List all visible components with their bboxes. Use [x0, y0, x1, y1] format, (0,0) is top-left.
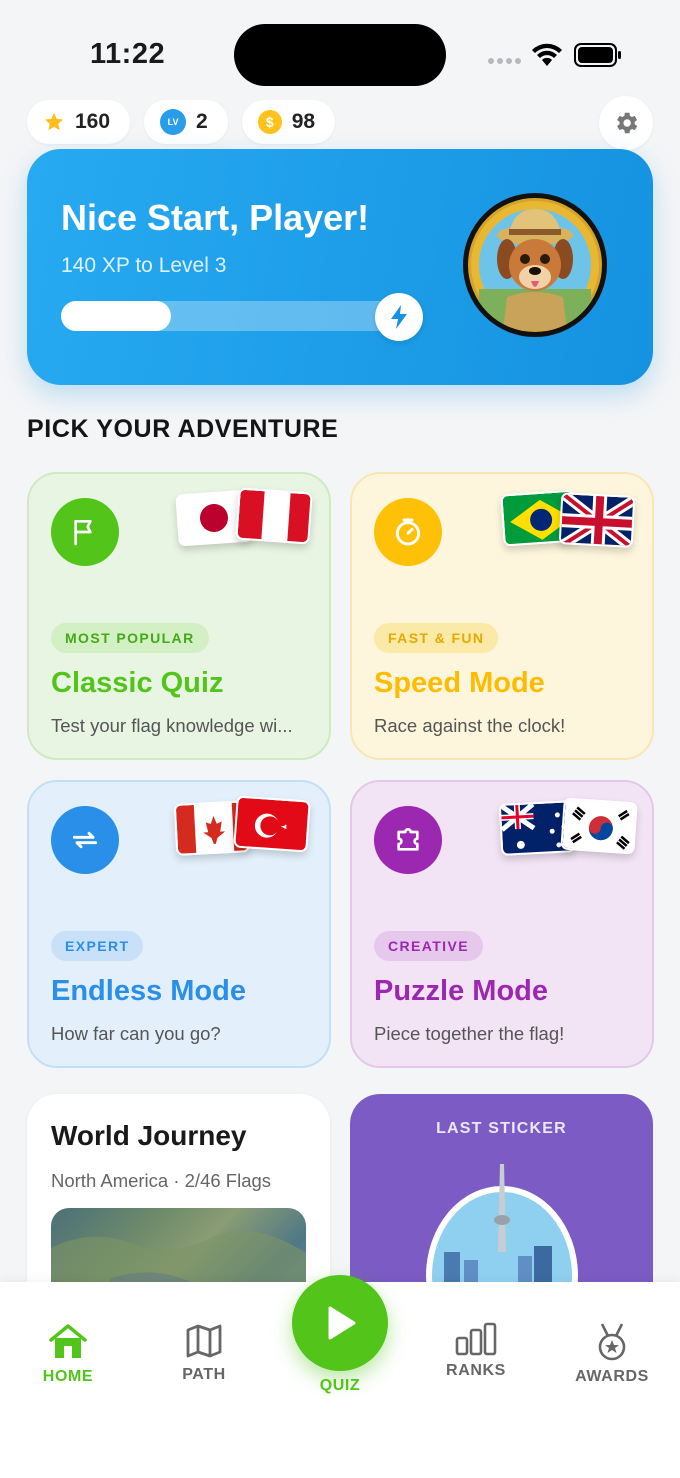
level-chip[interactable]: LV 2 — [144, 100, 228, 144]
coin-icon: $ — [257, 110, 282, 134]
tag-badge: CREATIVE — [374, 931, 483, 961]
stats-row: 160 LV 2 $ 98 — [27, 100, 336, 144]
gear-icon — [617, 112, 638, 134]
mode-card-puzzle-mode[interactable]: CREATIVE Puzzle Mode Piece together the … — [350, 780, 654, 1068]
timer-icon — [374, 498, 442, 566]
mode-title: Endless Mode — [51, 975, 246, 1007]
tab-home[interactable]: HOME — [13, 1322, 123, 1386]
explorer-dog-avatar-icon — [471, 201, 599, 331]
status-bar: 11:22 — [0, 0, 680, 96]
signal-icon — [488, 58, 521, 64]
xp-progress-fill — [61, 301, 172, 331]
tab-label: PATH — [182, 1366, 226, 1383]
mode-description: Piece together the flag! — [374, 1023, 565, 1044]
mode-description: Race against the clock! — [374, 715, 566, 736]
mode-card-speed-mode[interactable]: FAST & FUN Speed Mode Race against the c… — [350, 472, 654, 760]
tab-label-quiz: QUIZ — [319, 1377, 361, 1394]
xp-bolt-button[interactable] — [375, 293, 423, 341]
play-icon — [328, 1306, 356, 1340]
tab-ranks[interactable]: RANKS — [421, 1322, 531, 1380]
mode-title: Speed Mode — [374, 667, 545, 699]
battery-icon — [574, 43, 621, 67]
repeat-icon — [51, 806, 119, 874]
xp-progress-bar — [61, 301, 395, 331]
tab-awards[interactable]: AWARDS — [557, 1322, 667, 1386]
coins-count: 98 — [291, 110, 316, 133]
star-icon — [44, 112, 64, 131]
tag-badge: EXPERT — [51, 931, 144, 961]
bar-chart-icon — [455, 1322, 497, 1356]
journey-progress-text: North America · 2/46 Flags — [51, 1170, 272, 1191]
flag-icon — [51, 498, 119, 566]
stars-count: 160 — [75, 110, 111, 133]
greeting-title: Nice Start, Player! — [61, 197, 370, 238]
home-icon — [49, 1324, 87, 1358]
progress-hero-card[interactable]: Nice Start, Player! 140 XP to Level 3 — [27, 149, 653, 385]
wifi-icon — [532, 43, 562, 66]
puzzle-icon — [374, 806, 442, 874]
section-title: PICK YOUR ADVENTURE — [27, 415, 339, 443]
tab-label: AWARDS — [575, 1368, 649, 1385]
mode-card-endless-mode[interactable]: EXPERT Endless Mode How far can you go? — [27, 780, 331, 1068]
settings-button[interactable] — [599, 96, 653, 150]
uk-flag-icon — [558, 492, 636, 548]
journey-title: World Journey — [51, 1120, 247, 1151]
clock: 11:22 — [90, 38, 166, 70]
mode-title: Puzzle Mode — [374, 975, 549, 1007]
medal-icon — [598, 1323, 626, 1361]
level-badge-icon: LV — [160, 109, 187, 135]
xp-remaining-text: 140 XP to Level 3 — [61, 254, 227, 277]
stars-chip[interactable]: 160 — [27, 100, 131, 144]
mode-description: How far can you go? — [51, 1023, 221, 1044]
tag-badge: FAST & FUN — [374, 623, 499, 653]
coins-chip[interactable]: $ 98 — [241, 100, 336, 144]
tab-label: RANKS — [446, 1362, 506, 1379]
dynamic-island — [234, 24, 446, 86]
mode-title: Classic Quiz — [51, 667, 224, 699]
tab-quiz-play-button[interactable] — [292, 1275, 388, 1371]
tab-label: HOME — [42, 1368, 94, 1385]
tag-badge: MOST POPULAR — [51, 623, 209, 653]
peru-flag-icon — [235, 487, 313, 545]
south-korea-flag-icon — [560, 797, 638, 855]
tab-path[interactable]: PATH — [149, 1322, 259, 1384]
map-icon — [186, 1324, 222, 1358]
level-count: 2 — [196, 110, 208, 133]
mode-description: Test your flag knowledge wi... — [51, 715, 293, 736]
turkey-flag-icon — [233, 795, 311, 853]
sticker-label: LAST STICKER — [436, 1120, 567, 1137]
player-avatar[interactable] — [463, 193, 607, 337]
mode-card-classic-quiz[interactable]: MOST POPULAR Classic Quiz Test your flag… — [27, 472, 331, 760]
lightning-icon — [391, 305, 407, 329]
